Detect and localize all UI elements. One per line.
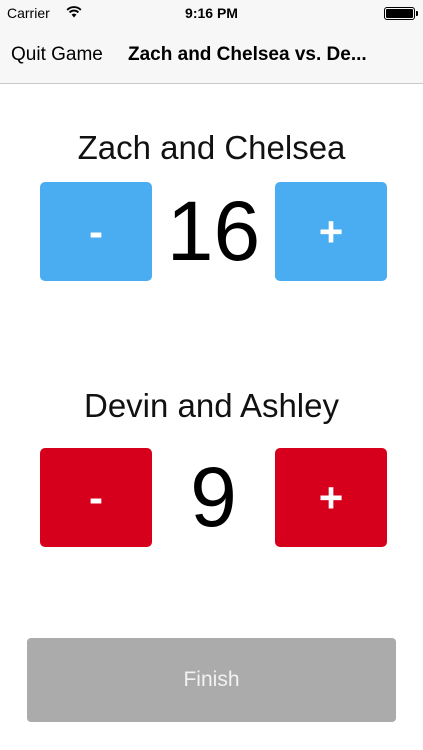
- battery-tip: [416, 11, 418, 16]
- navigation-bar: Quit Game Zach and Chelsea vs. De...: [0, 28, 423, 84]
- page-title: Zach and Chelsea vs. De...: [128, 44, 367, 65]
- team-2-score: 9: [190, 450, 237, 544]
- finish-button[interactable]: Finish: [27, 638, 396, 722]
- team-1-name: Zach and Chelsea: [77, 129, 346, 166]
- team-1-score: 16: [166, 184, 261, 278]
- battery-icon: [384, 7, 415, 20]
- status-bar: Carrier 9:16 PM: [0, 0, 423, 28]
- clock: 9:16 PM: [185, 5, 238, 21]
- team-2-name: Devin and Ashley: [84, 387, 339, 424]
- team-2-increment-button[interactable]: +: [275, 448, 387, 547]
- quit-game-button[interactable]: Quit Game: [11, 44, 103, 66]
- team-1-increment-button[interactable]: +: [275, 182, 387, 281]
- team-1-decrement-button[interactable]: -: [40, 182, 152, 281]
- team-2-decrement-button[interactable]: -: [40, 448, 152, 547]
